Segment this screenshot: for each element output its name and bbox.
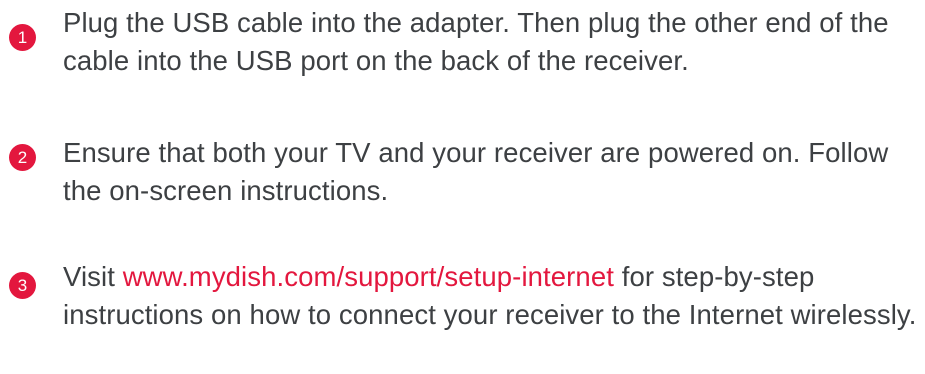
- step-number-badge: 3: [9, 272, 36, 299]
- step-text-before-link: Visit: [63, 261, 123, 292]
- step-number-badge: 2: [9, 144, 36, 171]
- step-text: Ensure that both your TV and your receiv…: [63, 137, 897, 206]
- step-text: Visit www.mydish.com/support/setup-inter…: [63, 258, 923, 334]
- step-text: Plug the USB cable into the adapter. The…: [63, 7, 897, 76]
- setup-internet-link[interactable]: www.mydish.com/support/setup-internet: [123, 261, 614, 292]
- step-number-badge: 1: [9, 24, 36, 51]
- instruction-steps: 1 Plug the USB cable into the adapter. T…: [0, 0, 925, 374]
